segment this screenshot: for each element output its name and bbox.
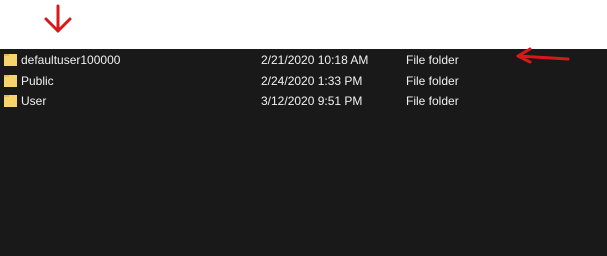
file-name: User	[21, 94, 47, 108]
date-modified: 2/24/2020 1:33 PM	[261, 74, 363, 88]
annotation-area	[0, 0, 607, 49]
arrow-down-icon	[44, 4, 72, 33]
file-name: Public	[21, 74, 54, 88]
date-modified: 2/21/2020 10:18 AM	[261, 53, 369, 67]
folder-icon	[4, 95, 17, 107]
file-type: File folder	[406, 53, 459, 67]
date-modified: 3/12/2020 9:51 PM	[261, 94, 363, 108]
arrow-left-icon	[516, 47, 570, 64]
list-item-public[interactable]: Public 2/24/2020 1:33 PM File folder	[0, 71, 607, 91]
file-name: defaultuser100000	[21, 53, 121, 67]
folder-icon	[4, 75, 17, 87]
list-item-user[interactable]: User 3/12/2020 9:51 PM File folder	[0, 91, 607, 111]
folder-icon	[4, 54, 17, 66]
file-list: defaultuser100000 2/21/2020 10:18 AM Fil…	[0, 49, 607, 256]
file-type: File folder	[406, 94, 459, 108]
file-type: File folder	[406, 74, 459, 88]
